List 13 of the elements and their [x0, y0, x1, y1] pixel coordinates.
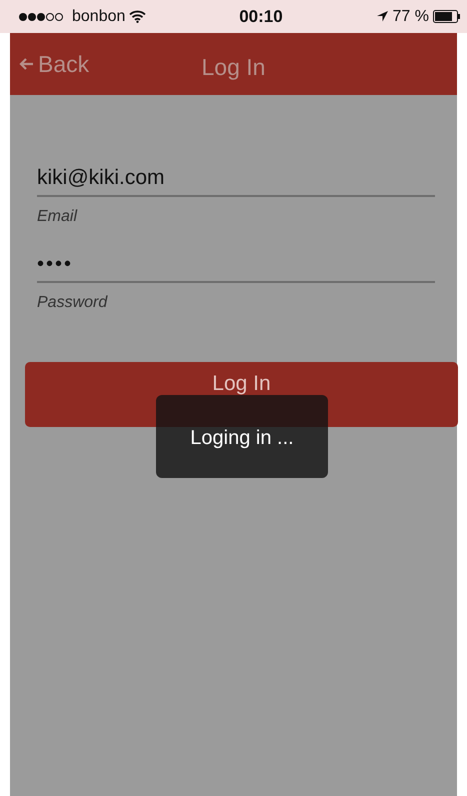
password-field[interactable]: ••••: [37, 249, 435, 283]
back-arrow-icon: [18, 57, 34, 71]
wifi-icon: [129, 10, 146, 23]
carrier-name: bonbon: [72, 6, 126, 26]
field-label: Password: [37, 293, 109, 313]
field-label: Email: [37, 207, 78, 227]
battery-icon: [433, 10, 461, 23]
clock-time: 00:10: [239, 6, 283, 28]
location-arrow-icon: [376, 10, 389, 23]
page-title: Log In: [202, 53, 266, 82]
email-field[interactable]: kiki@kiki.com: [37, 163, 435, 197]
battery-percent: 77 %: [392, 6, 429, 26]
loading-toast: Loging in ...: [156, 395, 328, 478]
